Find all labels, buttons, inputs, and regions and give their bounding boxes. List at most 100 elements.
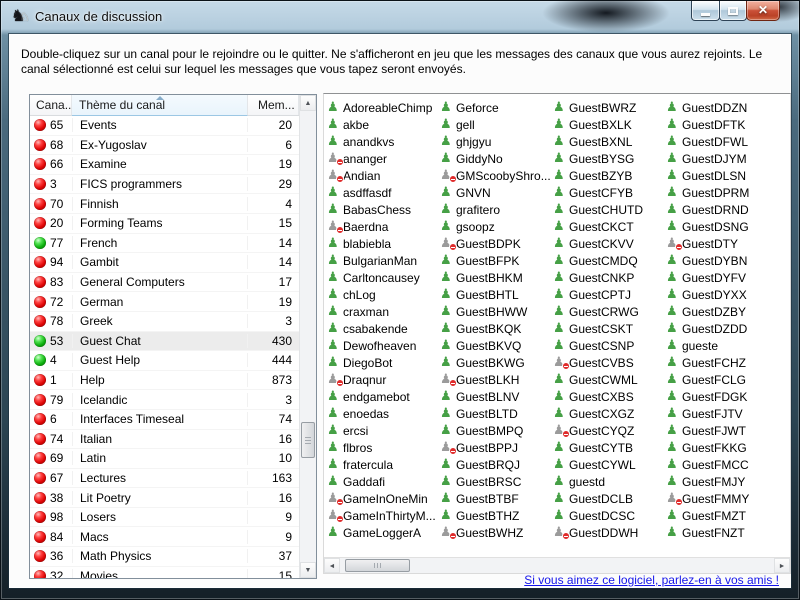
user-list-item[interactable]: ♟ananger (327, 150, 440, 167)
user-list-item[interactable]: ♟GuestDRND (666, 201, 779, 218)
user-list-item[interactable]: ♟GuestBZYB (553, 167, 666, 184)
user-list-item[interactable]: ♟GuestBXNL (553, 133, 666, 150)
user-list-item[interactable]: ♟GuestFJWT (666, 422, 779, 439)
user-list-item[interactable]: ♟Dewofheaven (327, 337, 440, 354)
user-list-item[interactable]: ♟GuestBWHZ (440, 524, 553, 541)
table-row[interactable]: 72German19 (30, 292, 299, 312)
table-row[interactable]: 79Icelandic3 (30, 390, 299, 410)
user-list-item[interactable]: ♟GuestBTBF (440, 490, 553, 507)
user-list-item[interactable]: ♟endgamebot (327, 388, 440, 405)
user-list-item[interactable]: ♟GuestCYWL (553, 456, 666, 473)
table-row[interactable]: 36Math Physics37 (30, 547, 299, 567)
user-list-item[interactable]: ♟Andian (327, 167, 440, 184)
table-row[interactable]: 20Forming Teams15 (30, 214, 299, 234)
user-list-item[interactable]: ♟Geforce (440, 99, 553, 116)
user-list-item[interactable]: ♟GuestBHKM (440, 269, 553, 286)
user-list-item[interactable]: ♟fratercula (327, 456, 440, 473)
user-list-item[interactable]: ♟GuestCKVV (553, 235, 666, 252)
user-list-item[interactable]: ♟GuestFMZT (666, 507, 779, 524)
user-list-item[interactable]: ♟GuestBHWW (440, 303, 553, 320)
user-list-item[interactable]: ♟GuestBXLK (553, 116, 666, 133)
user-list-item[interactable]: ♟GuestFJTV (666, 405, 779, 422)
scroll-up-icon[interactable]: ▲ (300, 95, 316, 111)
user-list-item[interactable]: ♟gsoopz (440, 218, 553, 235)
close-button[interactable]: ✕ (746, 1, 780, 21)
user-list-item[interactable]: ♟GuestCRWG (553, 303, 666, 320)
user-list-item[interactable]: ♟GuestFNZT (666, 524, 779, 541)
user-list-item[interactable]: ♟Draqnur (327, 371, 440, 388)
user-list-item[interactable]: ♟GuestCNKP (553, 269, 666, 286)
table-row[interactable]: 84Macs9 (30, 527, 299, 547)
horizontal-scrollbar-thumb[interactable] (345, 559, 410, 572)
user-list-item[interactable]: ♟Carltoncausey (327, 269, 440, 286)
user-list-item[interactable]: ♟GiddyNo (440, 150, 553, 167)
user-list-item[interactable]: ♟BulgarianMan (327, 252, 440, 269)
user-list-item[interactable]: ♟GuestBRSC (440, 473, 553, 490)
user-list-item[interactable]: ♟GuestBLTD (440, 405, 553, 422)
table-row[interactable]: 78Greek3 (30, 312, 299, 332)
user-list-item[interactable]: ♟GuestDJYM (666, 150, 779, 167)
user-list-item[interactable]: ♟GuestBMPQ (440, 422, 553, 439)
user-list-item[interactable]: ♟GuestBKVQ (440, 337, 553, 354)
user-list-item[interactable]: ♟GuestBKQK (440, 320, 553, 337)
table-row[interactable]: 1Help873 (30, 371, 299, 391)
maximize-button[interactable] (719, 1, 747, 21)
user-list-item[interactable]: ♟ghjgyu (440, 133, 553, 150)
user-list-item[interactable]: ♟GMScoobyShro... (440, 167, 553, 184)
table-row[interactable]: 32Movies15 (30, 567, 299, 579)
user-list-item[interactable]: ♟ercsi (327, 422, 440, 439)
user-list-item[interactable]: ♟GuestBHTL (440, 286, 553, 303)
user-list-item[interactable]: ♟GuestCHUTD (553, 201, 666, 218)
user-list-item[interactable]: ♟asdffasdf (327, 184, 440, 201)
user-list-item[interactable]: ♟GuestCYTB (553, 439, 666, 456)
user-list-item[interactable]: ♟GuestBFPK (440, 252, 553, 269)
user-list-item[interactable]: ♟GuestFMCC (666, 456, 779, 473)
user-list-item[interactable]: ♟gell (440, 116, 553, 133)
user-list-item[interactable]: ♟GuestCYQZ (553, 422, 666, 439)
table-row[interactable]: 83General Computers17 (30, 273, 299, 293)
user-list-item[interactable]: ♟blabiebla (327, 235, 440, 252)
user-list-item[interactable]: ♟AdoreableChimp (327, 99, 440, 116)
user-list-item[interactable]: ♟akbe (327, 116, 440, 133)
user-list-item[interactable]: ♟grafitero (440, 201, 553, 218)
user-list-item[interactable]: ♟BabasChess (327, 201, 440, 218)
user-list-item[interactable]: ♟GuestBRQJ (440, 456, 553, 473)
user-list-horizontal-scrollbar[interactable]: ◄ ► (324, 557, 790, 573)
user-list-item[interactable]: ♟GuestDDZN (666, 99, 779, 116)
scroll-left-icon[interactable]: ◄ (324, 558, 340, 573)
user-list-item[interactable]: ♟GuestCSKT (553, 320, 666, 337)
user-list-item[interactable]: ♟GuestCSNP (553, 337, 666, 354)
column-header-channel[interactable]: Cana... (30, 95, 72, 115)
table-row[interactable]: 77French14 (30, 234, 299, 254)
user-list-item[interactable]: ♟GuestBLKH (440, 371, 553, 388)
table-row[interactable]: 66Examine19 (30, 155, 299, 175)
title-bar[interactable]: ♘ ♞ Canaux de discussion ✕ (1, 1, 800, 34)
user-list-item[interactable]: ♟GNVN (440, 184, 553, 201)
table-row[interactable]: 70Finnish4 (30, 194, 299, 214)
user-list-item[interactable]: ♟DiegoBot (327, 354, 440, 371)
column-header-theme[interactable]: Thème du canal (72, 95, 248, 116)
table-row[interactable]: 74Italian16 (30, 430, 299, 450)
user-list-item[interactable]: ♟GuestCWML (553, 371, 666, 388)
table-row[interactable]: 98Losers9 (30, 508, 299, 528)
table-row[interactable]: 94Gambit14 (30, 253, 299, 273)
user-list-item[interactable]: ♟GameInOneMin (327, 490, 440, 507)
user-list-item[interactable]: ♟GuestDYXX (666, 286, 779, 303)
user-list-item[interactable]: ♟GuestBKWG (440, 354, 553, 371)
user-list-item[interactable]: ♟GameInThirtyM... (327, 507, 440, 524)
user-list-item[interactable]: ♟GuestCPTJ (553, 286, 666, 303)
user-list-item[interactable]: ♟craxman (327, 303, 440, 320)
user-list-item[interactable]: ♟GuestDFWL (666, 133, 779, 150)
scroll-down-icon[interactable]: ▼ (300, 562, 316, 578)
table-row[interactable]: 3FICS programmers29 (30, 175, 299, 195)
user-list-item[interactable]: ♟GuestCFYB (553, 184, 666, 201)
user-list-item[interactable]: ♟enoedas (327, 405, 440, 422)
user-list-item[interactable]: ♟GuestDZDD (666, 320, 779, 337)
user-list-item[interactable]: ♟GuestDYBN (666, 252, 779, 269)
user-list-item[interactable]: ♟GuestCXBS (553, 388, 666, 405)
user-list-item[interactable]: ♟GuestBPPJ (440, 439, 553, 456)
table-row[interactable]: 69Latin10 (30, 449, 299, 469)
user-list-item[interactable]: ♟GuestDTY (666, 235, 779, 252)
user-list-item[interactable]: ♟Baerdna (327, 218, 440, 235)
table-row[interactable]: 53Guest Chat430 (30, 332, 299, 352)
